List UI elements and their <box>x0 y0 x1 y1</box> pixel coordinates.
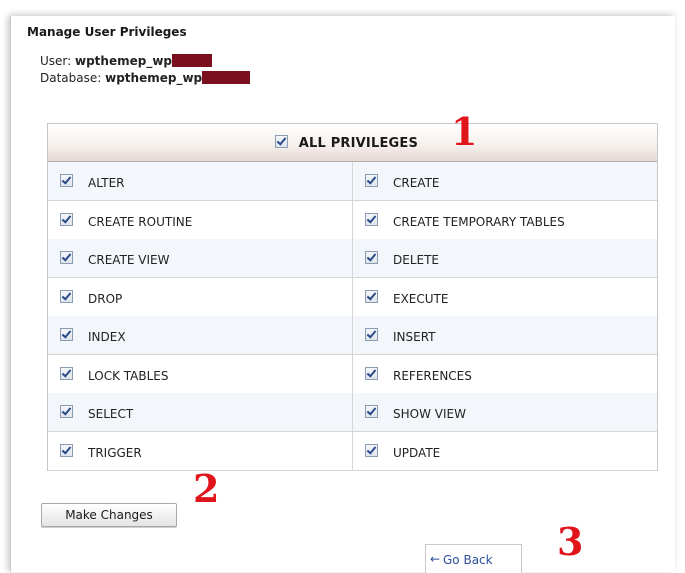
privilege-option[interactable]: LOCK TABLES <box>48 354 353 393</box>
arrow-left-icon: ← <box>430 552 441 566</box>
all-privileges-label: ALL PRIVILEGES <box>298 136 419 151</box>
privilege-option[interactable]: INDEX <box>48 316 353 354</box>
privilege-label: INSERT <box>393 330 436 344</box>
user-info: User: wpthemep_wp <box>40 54 213 68</box>
privilege-label: UPDATE <box>393 445 441 460</box>
make-changes-button[interactable]: Make Changes <box>41 503 177 527</box>
all-privileges-checkbox[interactable] <box>275 135 288 148</box>
privilege-checkbox[interactable] <box>365 328 378 341</box>
all-privileges-row[interactable]: ALL PRIVILEGES <box>48 124 657 162</box>
privilege-checkbox[interactable] <box>60 289 73 303</box>
privilege-checkbox[interactable] <box>365 251 378 264</box>
privilege-label: TRIGGER <box>88 445 142 460</box>
database-value: wpthemep_wp <box>105 71 203 85</box>
privilege-checkbox[interactable] <box>60 405 73 418</box>
privilege-checkbox[interactable] <box>60 251 73 264</box>
privilege-option[interactable]: SELECT <box>48 393 353 431</box>
privileges-table: ALL PRIVILEGES ALTER CREATE CREATE ROUTINE… <box>47 123 658 471</box>
privilege-label: CREATE <box>393 176 440 190</box>
privilege-checkbox[interactable] <box>365 366 378 380</box>
page-title: Manage User Privileges <box>27 25 187 39</box>
database-label: Database: <box>40 71 106 85</box>
privilege-row: CREATE VIEW DELETE <box>48 239 657 278</box>
annotation-number-2: 2 <box>193 466 220 511</box>
privilege-option[interactable]: INSERT <box>353 316 657 354</box>
privilege-row: INDEX INSERT <box>48 316 657 355</box>
privilege-label: DROP <box>88 291 123 306</box>
privilege-label: SHOW VIEW <box>393 407 466 421</box>
go-back-link[interactable]: ← Go Back <box>425 544 522 573</box>
privilege-option[interactable]: ALTER <box>48 162 353 200</box>
privilege-label: LOCK TABLES <box>88 368 169 383</box>
privilege-checkbox[interactable] <box>365 405 378 418</box>
privilege-option[interactable]: TRIGGER <box>48 431 353 470</box>
privilege-checkbox[interactable] <box>365 443 378 457</box>
redaction-block <box>172 54 213 67</box>
privilege-label: SELECT <box>88 407 134 421</box>
privilege-row: DROP EXECUTE <box>48 277 657 317</box>
privilege-option[interactable]: REFERENCES <box>353 355 657 393</box>
privilege-option[interactable]: CREATE ROUTINE <box>48 200 353 239</box>
privilege-checkbox[interactable] <box>60 366 73 380</box>
privilege-option[interactable]: CREATE <box>353 162 657 200</box>
privilege-row: CREATE ROUTINE CREATE TEMPORARY TABLES <box>48 200 657 240</box>
privilege-label: CREATE VIEW <box>88 253 170 267</box>
privilege-checkbox[interactable] <box>60 328 73 341</box>
user-label: User: <box>40 54 75 68</box>
privilege-row: LOCK TABLES REFERENCES <box>48 354 657 394</box>
redaction-block <box>202 71 251 84</box>
privilege-option[interactable]: UPDATE <box>353 432 657 470</box>
privilege-option[interactable]: CREATE TEMPORARY TABLES <box>353 201 657 239</box>
privilege-label: EXECUTE <box>393 291 449 306</box>
annotation-number-1: 1 <box>451 109 478 154</box>
privilege-label: ALTER <box>88 176 125 190</box>
privilege-label: DELETE <box>393 253 440 267</box>
privilege-label: INDEX <box>88 330 126 344</box>
privilege-option[interactable]: SHOW VIEW <box>353 393 657 431</box>
all-privileges-option[interactable]: ALL PRIVILEGES <box>275 135 418 151</box>
privilege-label: CREATE ROUTINE <box>88 214 193 229</box>
privilege-row: SELECT SHOW VIEW <box>48 393 657 432</box>
annotation-number-3: 3 <box>557 519 584 564</box>
privilege-checkbox[interactable] <box>60 212 73 226</box>
user-value: wpthemep_wp <box>75 54 173 68</box>
privilege-checkbox[interactable] <box>60 174 73 187</box>
privilege-row: ALTER CREATE <box>48 162 657 201</box>
privilege-checkbox[interactable] <box>365 212 378 226</box>
database-info: Database: wpthemep_wp <box>40 71 251 85</box>
privilege-option[interactable]: DELETE <box>353 239 657 277</box>
privilege-option[interactable]: CREATE VIEW <box>48 239 353 277</box>
privilege-checkbox[interactable] <box>365 289 378 303</box>
go-back-label: Go Back <box>443 553 493 567</box>
privilege-rows: ALTER CREATE CREATE ROUTINE CREATE TEMPORAR… <box>48 162 657 471</box>
privilege-option[interactable]: DROP <box>48 277 353 316</box>
privilege-checkbox[interactable] <box>365 174 378 187</box>
privilege-option[interactable]: EXECUTE <box>353 278 657 316</box>
privilege-checkbox[interactable] <box>60 443 73 457</box>
privilege-label: REFERENCES <box>393 368 472 383</box>
privilege-row: TRIGGER UPDATE <box>48 431 657 471</box>
privilege-label: CREATE TEMPORARY TABLES <box>393 214 565 229</box>
